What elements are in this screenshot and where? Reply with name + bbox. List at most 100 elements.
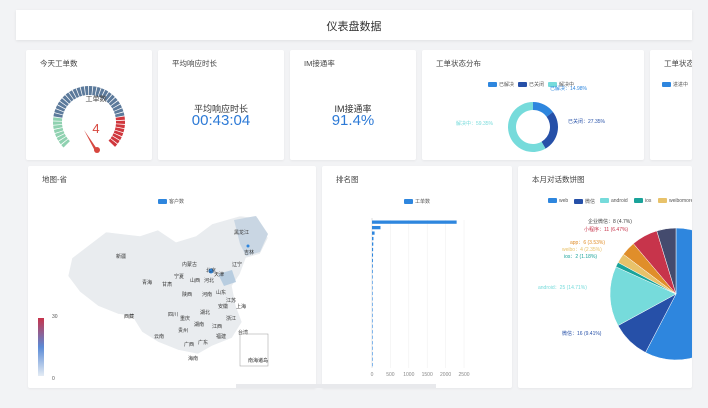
- ranking-bar: [372, 357, 373, 361]
- ranking-bar: [372, 308, 373, 312]
- ranking-bar: [372, 280, 373, 285]
- donut-label-in-progress: 解决中：59.35%: [456, 121, 493, 127]
- ranking-bar: [372, 335, 373, 339]
- ranking-bar: [372, 231, 375, 235]
- donut-label-resolved: 已解决：14.98%: [550, 86, 587, 92]
- ranking-card: 排名图 工单数 0 500 1000 1500 2000 2500: [322, 166, 512, 388]
- ranking-bar: [372, 291, 373, 296]
- ranking-x-tick: 0: [371, 372, 374, 378]
- map-province-label: 西藏: [124, 313, 134, 320]
- gauge-value: 4: [92, 121, 100, 136]
- map-province-label: 云南: [154, 333, 164, 340]
- pie-label-weibo: weibo：4 (2.35%): [562, 247, 602, 253]
- map-province-label: 湖北: [200, 309, 210, 316]
- map-province-label: 台湾: [238, 329, 248, 336]
- pie-label-app: app：6 (3.53%): [570, 240, 606, 246]
- gauge-segment: [115, 116, 125, 121]
- ranking-bar: [372, 352, 373, 356]
- ranking-x-tick: 2500: [458, 372, 469, 378]
- ticket-today-card: 今天工单数 工单数 4: [26, 50, 152, 160]
- map-province-label: 浙江: [226, 315, 236, 322]
- map-province-label: 湖南: [194, 321, 204, 328]
- ranking-bar: [372, 363, 373, 367]
- map-province-label: 甘肃: [162, 281, 172, 288]
- ranking-x-tick: 1500: [422, 372, 433, 378]
- map-province-label: 青海: [142, 279, 152, 286]
- map-province-label: 江西: [212, 323, 222, 330]
- scroll-indicator[interactable]: [236, 384, 436, 388]
- map-marker-liaoning: [246, 244, 250, 248]
- ranking-bar: [372, 247, 374, 252]
- map-province-label: 上海: [236, 303, 246, 310]
- map-province-label: 南海诸岛: [248, 357, 268, 364]
- map-province-label: 天津: [214, 271, 224, 278]
- map-province-label: 辽宁: [232, 261, 242, 268]
- map-province-label: 河南: [202, 291, 212, 298]
- ranking-bar: [372, 313, 373, 317]
- map-province-label: 山东: [216, 289, 226, 296]
- ranking-bar: [372, 253, 374, 257]
- donut-slice: [541, 111, 558, 149]
- map-province-label: 安徽: [218, 303, 228, 310]
- pie-label-enterprise-wechat: 企业微信：8 (4.7%): [588, 219, 632, 225]
- map-province-label: 广东: [198, 339, 208, 346]
- card-title: IM接通率: [304, 59, 335, 68]
- map-province-label: 广西: [184, 341, 194, 348]
- gauge-segment: [115, 120, 125, 124]
- ranking-x-tick: 500: [386, 372, 395, 378]
- ticket-status-2-card: 工单状态 进进中: [650, 50, 692, 160]
- map-province-label: 四川: [168, 312, 178, 318]
- visualmap-min: 0: [52, 376, 55, 382]
- map-province-label: 贵州: [178, 327, 188, 334]
- map-province-label: 吉林: [244, 249, 254, 256]
- map-province-label: 重庆: [180, 315, 190, 322]
- map-province-label: 山西: [190, 277, 200, 284]
- ranking-bar: [372, 341, 373, 345]
- legend-item-status[interactable]: 进进中: [662, 81, 688, 88]
- pie-label-ios: ios：2 (1.18%): [564, 254, 598, 260]
- visualmap-bar: [38, 318, 44, 376]
- pie-label-android: android：25 (14.71%): [538, 285, 587, 291]
- map-province-label: 江苏: [226, 297, 236, 304]
- ranking-bar: [372, 330, 373, 334]
- ticket-status-donut: [508, 102, 558, 152]
- ranking-bar: [372, 258, 373, 263]
- map-province-label: 新疆: [116, 253, 126, 260]
- pie-label-miniprogram: 小程序：11 (6.47%): [584, 227, 629, 233]
- ranking-bar: [372, 264, 373, 268]
- card-title: 工单状态: [664, 59, 692, 68]
- ranking-bar: [372, 297, 373, 301]
- map-province-label: 福建: [216, 333, 226, 340]
- ranking-x-tick: 1000: [403, 372, 414, 378]
- map-province-label: 宁夏: [174, 273, 184, 280]
- avg-response-card: 平均响应时长 平均响应时长 00:43:04: [158, 50, 284, 160]
- card-title: 平均响应时长: [172, 59, 217, 68]
- dialog-pie-card: 本月对话数饼图 web 微信 android ios weibo more 企业…: [518, 166, 692, 388]
- ranking-bar: [372, 275, 373, 279]
- dashboard-header: 仪表盘数据: [16, 10, 692, 40]
- ranking-bar: [372, 236, 374, 241]
- dialog-pie-chart: [609, 227, 692, 361]
- donut-label-closed: 已关闭：27.35%: [568, 119, 605, 125]
- ranking-bar: [372, 346, 373, 350]
- ranking-bar-chart: 0 500 1000 1500 2000 2500: [371, 218, 470, 378]
- map-province-label: 黑龙江: [234, 229, 249, 236]
- china-map: 新疆西藏青海 甘肃宁夏内蒙古黑龙江吉林辽宁北京天津河北山西陕西 山东河南四川重庆湖北…: [38, 215, 269, 376]
- im-rate-value: 91.4%: [331, 112, 375, 129]
- ranking-bar: [372, 269, 373, 274]
- ranking-bar: [372, 286, 373, 290]
- im-rate-card: IM接通率 IM接通率 91.4%: [290, 50, 416, 160]
- province-map-card: 地图-省 客户数 新疆 西藏 青海 甘肃 宁夏 内蒙古 黑龙江 吉林 辽宁 北京 天津 河北 山西 陕西山…: [28, 166, 316, 388]
- map-province-label: 河北: [204, 277, 214, 284]
- ranking-bar: [372, 302, 373, 307]
- map-province-label: 内蒙古: [182, 261, 197, 268]
- ranking-bar: [372, 220, 457, 224]
- ranking-bar: [372, 324, 373, 328]
- visualmap-max: 30: [52, 314, 58, 320]
- ranking-bar: [372, 319, 373, 323]
- ranking-bar: [372, 242, 374, 246]
- gauge-segment: [53, 117, 63, 121]
- pie-label-wechat: 微信：16 (9.41%): [562, 331, 602, 337]
- ranking-x-tick: 2000: [440, 372, 451, 378]
- ranking-bar: [372, 225, 381, 230]
